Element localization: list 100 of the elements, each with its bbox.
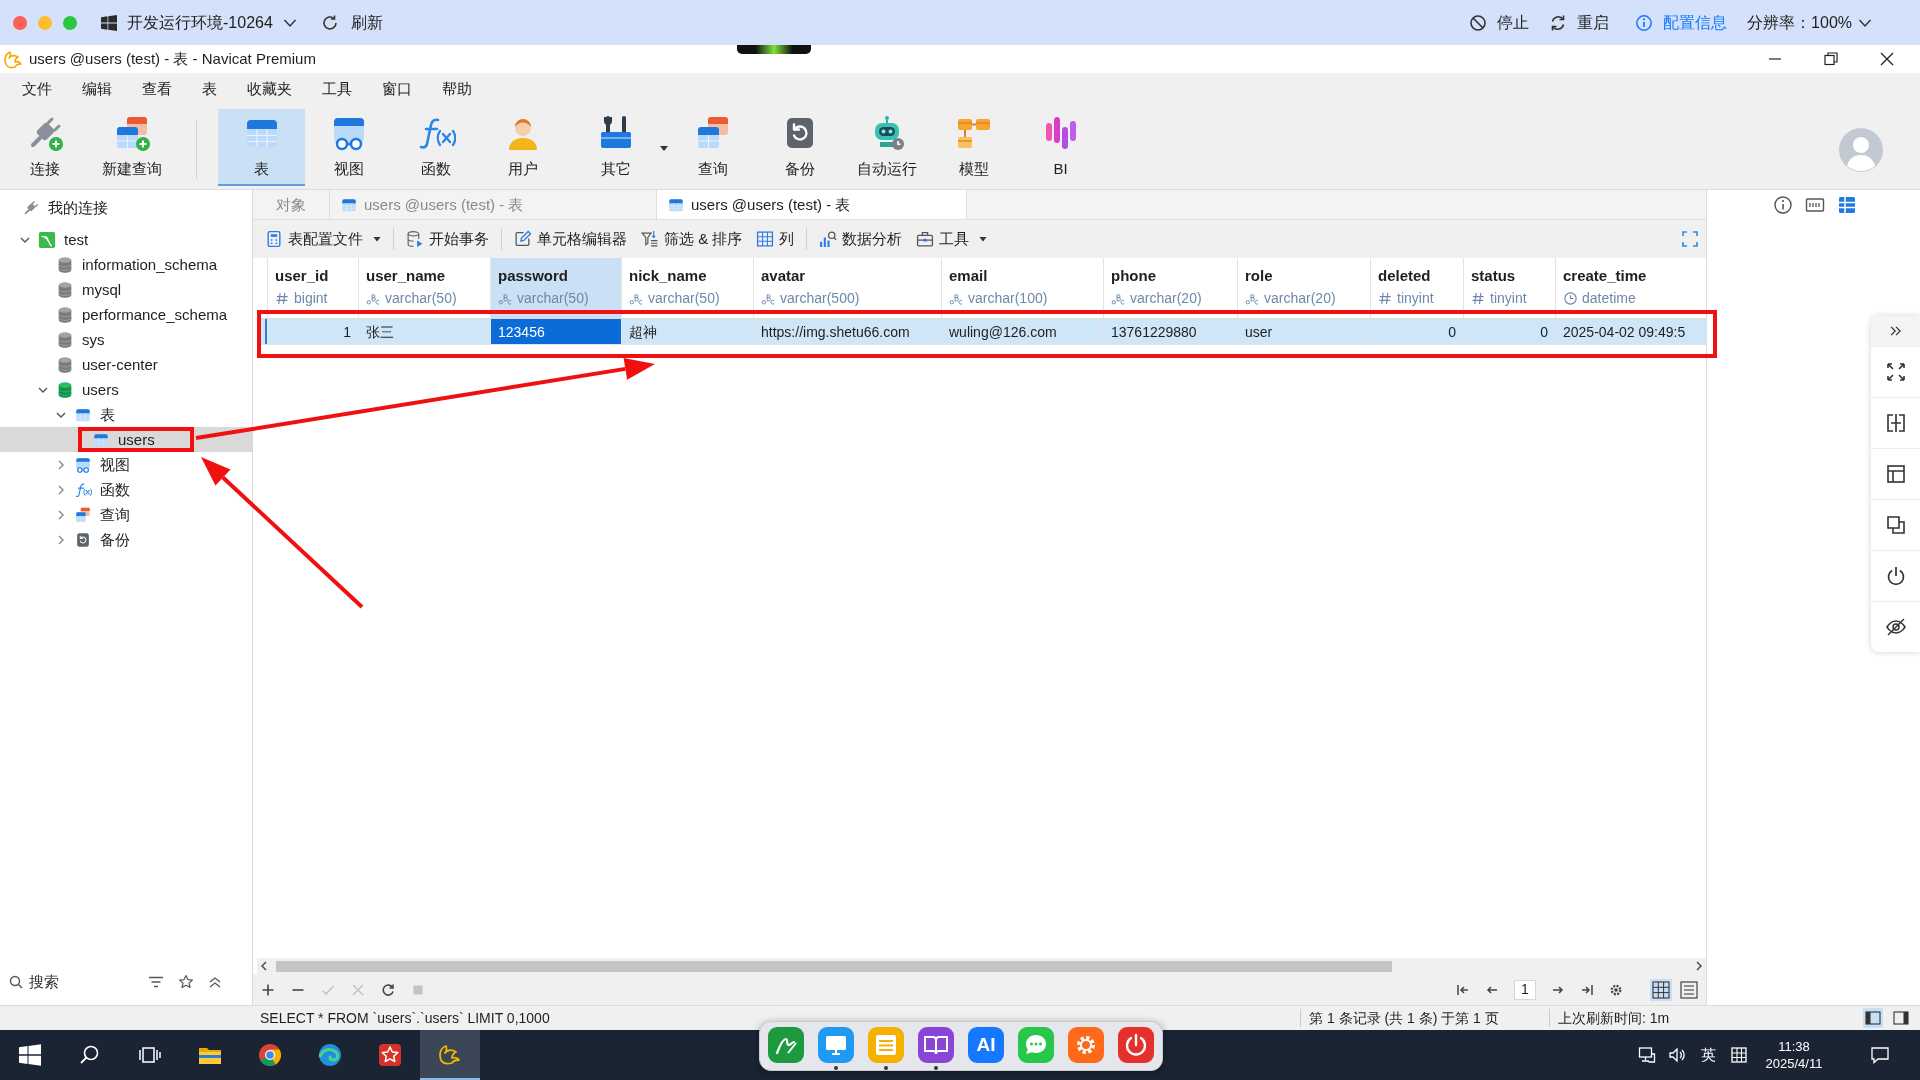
gear-icon[interactable] bbox=[1609, 982, 1623, 997]
tree-item[interactable]: 查询 bbox=[0, 502, 252, 527]
menu-item[interactable]: 文件 bbox=[7, 78, 67, 100]
tree-item[interactable]: 我的连接 bbox=[0, 195, 252, 220]
column-header[interactable]: user_id bigint bbox=[267, 258, 358, 318]
tree-item[interactable]: 视图 bbox=[0, 452, 252, 477]
toolbar-button[interactable]: 自动运行 bbox=[843, 109, 930, 186]
close-icon[interactable] bbox=[1880, 52, 1894, 66]
page-field[interactable]: 1 bbox=[1514, 979, 1536, 1000]
tree-item[interactable]: 备份 bbox=[0, 527, 252, 552]
toolbar-button[interactable]: 备份 bbox=[756, 109, 843, 186]
toolbar-button[interactable]: 新建查询 bbox=[88, 109, 175, 186]
chevron-right-icon[interactable] bbox=[56, 459, 66, 470]
clock-time[interactable]: 11:38 bbox=[1778, 1038, 1810, 1055]
star-icon[interactable] bbox=[178, 974, 194, 990]
column-header[interactable]: role varchar(20) bbox=[1237, 258, 1370, 318]
environment-dropdown[interactable]: 开发运行环境-10264 bbox=[101, 11, 297, 34]
filter-lines-icon[interactable] bbox=[148, 974, 164, 990]
toolbar-button[interactable]: 用户 bbox=[479, 109, 566, 186]
toolbar-button[interactable]: 表 bbox=[218, 109, 305, 186]
panel-left-icon[interactable] bbox=[1862, 1008, 1884, 1028]
column-header[interactable]: password varchar(50) bbox=[490, 258, 621, 318]
menu-item[interactable]: 查看 bbox=[127, 78, 187, 100]
app-button[interactable]: AI bbox=[968, 1027, 1004, 1063]
stop-button[interactable]: 停止 bbox=[1469, 11, 1530, 34]
column-header[interactable]: status tinyint bbox=[1463, 258, 1555, 318]
form-view-icon[interactable] bbox=[1678, 978, 1700, 1001]
column-header[interactable]: phone varchar(20) bbox=[1103, 258, 1237, 318]
tree-item[interactable]: test bbox=[0, 227, 252, 252]
code-box-icon[interactable] bbox=[1805, 195, 1825, 215]
toolbar-button[interactable]: 工具 bbox=[912, 229, 992, 249]
refresh-icon[interactable] bbox=[381, 982, 395, 997]
toolbar-button[interactable]: 查询 bbox=[669, 109, 756, 186]
scroll-right-icon[interactable] bbox=[1695, 961, 1703, 971]
power-app-icon[interactable] bbox=[1118, 1027, 1154, 1063]
resolution-dropdown[interactable]: 分辨率：100% bbox=[1747, 11, 1872, 34]
menu-item[interactable]: 表 bbox=[187, 78, 232, 100]
column-header[interactable]: avatar varchar(500) bbox=[753, 258, 941, 318]
panel-right-icon[interactable] bbox=[1890, 1008, 1912, 1028]
hide-icon[interactable] bbox=[1884, 616, 1907, 638]
tab[interactable]: users @users (test) - 表 bbox=[657, 190, 967, 219]
tree-item[interactable]: mysql bbox=[0, 277, 252, 302]
menu-item[interactable]: 编辑 bbox=[67, 78, 127, 100]
toolbar-button[interactable]: 其它 bbox=[566, 109, 669, 186]
table-cell[interactable]: 1 bbox=[267, 319, 358, 344]
menu-item[interactable]: 工具 bbox=[307, 78, 367, 100]
column-header[interactable]: deleted tinyint bbox=[1370, 258, 1463, 318]
copy-icon[interactable] bbox=[1884, 514, 1907, 536]
table-cell[interactable]: 123456 bbox=[490, 319, 621, 344]
refresh-button[interactable]: 刷新 bbox=[320, 11, 383, 34]
grid-view-icon[interactable] bbox=[1650, 978, 1672, 1001]
chevron-right-icon[interactable] bbox=[56, 509, 66, 520]
chevron-right-icon[interactable] bbox=[56, 534, 66, 545]
toolbar-button[interactable]: 模型 bbox=[930, 109, 1017, 186]
grid-icon[interactable] bbox=[1837, 195, 1857, 215]
table-cell[interactable]: 13761229880 bbox=[1103, 319, 1237, 344]
table-cell[interactable]: 0 bbox=[1463, 319, 1555, 344]
toolbar-button[interactable]: BI bbox=[1017, 109, 1104, 186]
monitor-app-icon[interactable] bbox=[818, 1027, 854, 1063]
column-header[interactable]: nick_name varchar(50) bbox=[621, 258, 753, 318]
layout-icon[interactable] bbox=[1884, 463, 1907, 485]
menu-item[interactable]: 收藏夹 bbox=[232, 78, 307, 100]
first-page-icon[interactable] bbox=[1456, 982, 1470, 997]
collapse-all-icon[interactable] bbox=[208, 975, 222, 989]
search-field[interactable]: 搜索 bbox=[29, 971, 139, 993]
book-app-icon[interactable] bbox=[918, 1027, 954, 1063]
ime-indicator[interactable]: 英 bbox=[1700, 1045, 1716, 1065]
network-icon[interactable] bbox=[1638, 1046, 1656, 1064]
fullscreen-icon[interactable] bbox=[1884, 361, 1907, 383]
tree-item[interactable]: 表 bbox=[0, 402, 252, 427]
toolbar-button[interactable]: 列 bbox=[752, 229, 799, 249]
menu-item[interactable]: 帮助 bbox=[427, 78, 487, 100]
tree-item[interactable]: information_schema bbox=[0, 252, 252, 277]
clock-date[interactable]: 2025/4/11 bbox=[1765, 1055, 1823, 1072]
input-mode-icon[interactable] bbox=[1730, 1046, 1748, 1064]
table-cell[interactable]: wuling@126.com bbox=[941, 319, 1103, 344]
restart-button[interactable]: 重启 bbox=[1549, 11, 1610, 34]
tree-item[interactable]: sys bbox=[0, 327, 252, 352]
split-icon[interactable] bbox=[1884, 412, 1907, 434]
notification-icon[interactable] bbox=[1870, 1045, 1890, 1065]
toolbar-button[interactable]: 单元格编辑器 bbox=[510, 229, 631, 249]
toolbar-button[interactable]: 数据分析 bbox=[815, 229, 907, 249]
scrollbar-thumb[interactable] bbox=[276, 960, 1392, 972]
horizontal-scrollbar[interactable] bbox=[257, 958, 1706, 974]
scroll-left-icon[interactable] bbox=[260, 961, 268, 971]
toolbar-button[interactable]: 开始事务 bbox=[402, 229, 493, 249]
tree-item[interactable]: users bbox=[0, 377, 252, 402]
table-cell[interactable]: 超神 bbox=[621, 319, 753, 344]
toolbar-button[interactable]: 筛选 & 排序 bbox=[637, 229, 747, 249]
menu-item[interactable]: 窗口 bbox=[367, 78, 427, 100]
toolbar-button[interactable]: 函数 bbox=[392, 109, 479, 186]
table-cell[interactable]: user bbox=[1237, 319, 1370, 344]
toolbar-button[interactable]: 表配置文件 bbox=[261, 229, 385, 249]
speaker-icon[interactable] bbox=[1668, 1046, 1686, 1064]
info-icon[interactable] bbox=[1773, 195, 1793, 215]
table-cell[interactable]: https://img.shetu66.com bbox=[753, 319, 941, 344]
settings-app-icon[interactable] bbox=[1068, 1027, 1104, 1063]
last-page-icon[interactable] bbox=[1580, 982, 1594, 997]
toolbar-button[interactable]: 视图 bbox=[305, 109, 392, 186]
tree-item[interactable]: user-center bbox=[0, 352, 252, 377]
